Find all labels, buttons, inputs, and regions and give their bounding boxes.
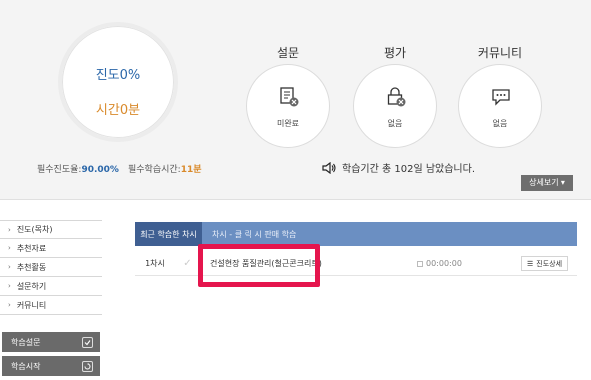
progress-time: 시간0분 (95, 103, 141, 118)
chevron-right-icon: › (8, 301, 11, 309)
exam-status: 없음 (387, 119, 403, 128)
progress-detail-button[interactable]: ☰ 진도상세 (521, 256, 569, 271)
survey-status: 미완료 (276, 119, 300, 128)
detail-view-button[interactable]: 상세보기 ▾ (521, 175, 573, 191)
required-time: 필수학습시간:11분 (128, 165, 202, 175)
study-start-button[interactable]: 학습시작 (2, 356, 100, 376)
survey-title: 설문 (276, 46, 300, 60)
community-status: 없음 (492, 119, 508, 128)
session-number: 1차시 (145, 259, 165, 268)
table-row[interactable]: 1차시 ✓ 건설현장 품질관리(철근콘크리트) 00:00:00 ☰ 진도상세 (135, 252, 577, 276)
exam-circle[interactable]: 없음 (353, 64, 437, 148)
exam-section: 평가 없음 (353, 44, 437, 148)
speaker-icon (322, 161, 336, 174)
session-time: 00:00:00 (417, 259, 462, 268)
session-note-header: 차시 - 클 릭 시 판매 학습 (212, 229, 297, 239)
menu-item-recommended-activities[interactable]: › 추천활동 (0, 258, 102, 277)
community-section: 커뮤니티 없음 (458, 44, 542, 148)
check-icon (82, 336, 93, 348)
survey-section: 설문 미완료 (246, 44, 330, 148)
refresh-icon (82, 360, 93, 372)
required-progress: 필수진도율:90.00% (37, 165, 119, 175)
course-table-header: 최근 학습한 차시 차시 - 클 릭 시 판매 학습 (135, 222, 577, 246)
chevron-right-icon: › (8, 263, 11, 271)
menu-item-survey[interactable]: › 설문하기 (0, 277, 102, 296)
community-circle[interactable]: 없음 (458, 64, 542, 148)
community-title: 커뮤니티 (477, 46, 523, 60)
chevron-down-icon: ▾ (560, 178, 565, 187)
study-survey-button[interactable]: 학습설문 (2, 332, 100, 352)
exam-title: 평가 (383, 46, 407, 60)
menu-item-recommended-materials[interactable]: › 추천자료 (0, 239, 102, 258)
progress-ring: 진도0% 시간0분 (58, 22, 178, 142)
chat-icon (492, 89, 510, 106)
study-period-text: 학습기간 총 102일 남았습니다. (342, 164, 476, 175)
study-period: 학습기간 총 102일 남았습니다. (322, 160, 475, 175)
recent-session-header: 최근 학습한 차시 (135, 222, 202, 246)
chevron-right-icon: › (8, 244, 11, 252)
session-title[interactable]: 건설현장 품질관리(철근콘크리트) (210, 258, 322, 269)
menu-item-community[interactable]: › 커뮤니티 (0, 296, 102, 315)
survey-icon (280, 87, 299, 107)
progress-percent: 진도0% (95, 68, 141, 83)
exam-lock-icon (387, 87, 406, 107)
left-menu: › 진도(목차) › 추천자료 › 추천활동 › 설문하기 › 커뮤니티 (0, 220, 102, 315)
chevron-right-icon: › (8, 225, 11, 234)
menu-item-progress[interactable]: › 진도(목차) (0, 220, 102, 239)
chevron-right-icon: › (8, 282, 11, 290)
survey-circle[interactable]: 미완료 (246, 64, 330, 148)
list-icon: ☰ (527, 259, 534, 268)
summary-panel: 진도0% 시간0분 필수진도율:90.00% 필수학습시간:11분 설문 미완료… (0, 0, 591, 200)
check-mark-icon: ✓ (183, 258, 192, 269)
clock-icon (417, 260, 423, 267)
